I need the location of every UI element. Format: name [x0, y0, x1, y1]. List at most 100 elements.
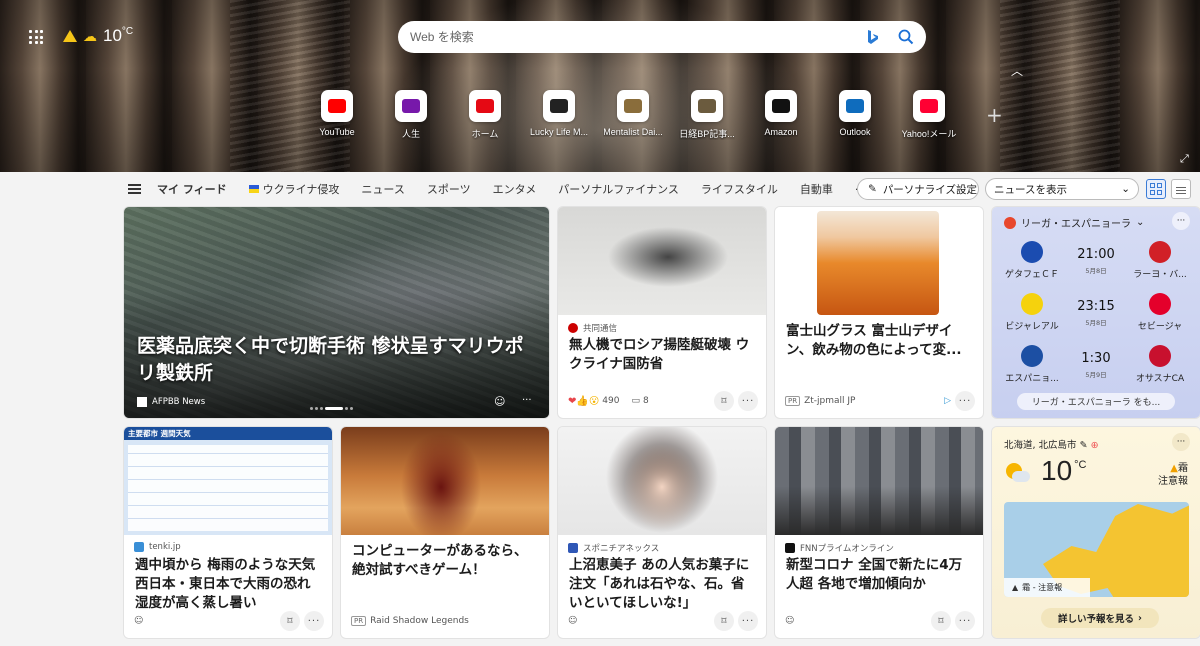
- react-icon[interactable]: ☺: [134, 616, 143, 626]
- more-button[interactable]: ···: [304, 611, 324, 631]
- news-title[interactable]: 上沼恵美子 あの人気お菓子に注文「あれは石やな、石。省いといてほしいな!」: [569, 556, 756, 613]
- ad-card-game[interactable]: コンピューターがあるなら、絶対試すべきゲーム！ PR Raid Shadow L…: [341, 427, 549, 638]
- nav-personal-finance[interactable]: パーソナルファイナンス: [558, 181, 679, 197]
- sports-more-link[interactable]: リーガ・エスパニョーラ をも...: [1017, 393, 1175, 410]
- expand-icon[interactable]: ⤢: [1180, 152, 1189, 166]
- league-header[interactable]: リーガ・エスパニョーラ ⌄: [1004, 215, 1144, 230]
- news-card-hero[interactable]: 医薬品底突く中で切断手術 惨状呈すマリウポリ製鉄所 AFPBB News ☺ ·…: [124, 207, 549, 418]
- news-title[interactable]: 新型コロナ 全国で新たに4万人超 各地で増加傾向か: [786, 556, 973, 594]
- react-icon[interactable]: ☺: [785, 616, 794, 626]
- away-team: セビージャ: [1124, 293, 1196, 332]
- fnn-logo-icon: [785, 543, 795, 553]
- sports-widget[interactable]: リーガ・エスパニョーラ ⌄ ··· ゲタフェＣＦ 21:00 5月8日 ラーヨ・バ...…: [992, 207, 1200, 418]
- news-source: スポニチアネックス: [568, 542, 659, 554]
- menu-icon[interactable]: [128, 182, 141, 197]
- quick-link-tile[interactable]: Lucky Life M...: [522, 90, 596, 140]
- add-tile-icon[interactable]: +: [986, 103, 1003, 127]
- nav-news[interactable]: ニュース: [361, 181, 404, 197]
- edit-icon[interactable]: ✎: [1080, 440, 1088, 451]
- bookmark-icon[interactable]: ⌑: [931, 611, 951, 631]
- quick-link-glyph: [550, 99, 568, 113]
- map-alert-label: ▲ 霜 - 注意報: [1004, 578, 1090, 597]
- weather-widget[interactable]: 北海道, 北広島市 ✎ ⊕ ··· 10 °C ▲霜 注意報 ▲ 霜 - 注意報 詳し…: [992, 427, 1200, 638]
- match-row[interactable]: ビジャレアル 23:15 5月8日 セビージャ: [992, 291, 1200, 337]
- nav-autos[interactable]: 自動車: [800, 181, 833, 197]
- weather-more-button[interactable]: ···: [1172, 433, 1190, 451]
- quick-link-tile[interactable]: YouTube: [300, 90, 374, 140]
- nav-entertainment[interactable]: エンタメ: [493, 181, 537, 197]
- hero-texture: [1000, 0, 1120, 172]
- bookmark-icon[interactable]: ⌑: [280, 611, 300, 631]
- app-launcher-icon[interactable]: [29, 30, 43, 44]
- bookmark-icon[interactable]: ⌑: [714, 391, 734, 411]
- news-card-covid[interactable]: FNNプライムオンライン 新型コロナ 全国で新たに4万人超 各地で増加傾向か ☺…: [775, 427, 983, 638]
- hero-title[interactable]: 医薬品底突く中で切断手術 惨状呈すマリウポリ製鉄所: [137, 333, 535, 387]
- home-team: ビジャレアル: [996, 293, 1068, 332]
- quick-link-tile[interactable]: Mentalist Dai...: [596, 90, 670, 140]
- team-crest-icon: [1149, 241, 1171, 263]
- react-icon[interactable]: ☺: [494, 395, 505, 408]
- news-card-celebrity[interactable]: スポニチアネックス 上沼恵美子 あの人気お菓子に注文「あれは石やな、石。省いとい…: [558, 427, 766, 638]
- ad-title[interactable]: コンピューターがあるなら、絶対試すべきゲーム！: [352, 542, 539, 580]
- personalize-button[interactable]: ✎ パーソナライズ設定: [857, 178, 979, 200]
- quick-link-label: Mentalist Dai...: [603, 127, 663, 137]
- nav-my-feed[interactable]: マイ フィード: [157, 181, 227, 197]
- nav-lifestyle[interactable]: ライフスタイル: [701, 181, 778, 197]
- ad-source: Raid Shadow Legends: [370, 616, 469, 626]
- more-button[interactable]: ···: [955, 391, 975, 411]
- weather-map[interactable]: ▲ 霜 - 注意報: [1004, 502, 1189, 597]
- weather-location[interactable]: 北海道, 北広島市 ✎ ⊕: [1004, 437, 1099, 451]
- quick-link-tile[interactable]: Amazon: [744, 90, 818, 140]
- ad-card-glass[interactable]: 富士山グラス 富士山デザイン、飲み物の色によって変... PR Zt-jpmal…: [775, 207, 983, 418]
- ad-title[interactable]: 富士山グラス 富士山デザイン、飲み物の色によって変...: [786, 322, 973, 360]
- match-row[interactable]: エスパニョ... 1:30 5月9日 オサスナCA: [992, 343, 1200, 389]
- personalize-label: パーソナライズ設定: [882, 183, 977, 196]
- comment-icon[interactable]: ▭: [631, 396, 640, 406]
- chevron-right-icon: ›: [1138, 612, 1142, 624]
- quick-link-label: Outlook: [839, 127, 871, 137]
- lucky-life-icon: [543, 90, 575, 122]
- more-button[interactable]: ···: [955, 611, 975, 631]
- weekly-weather-heading: 主要都市 週間天気: [124, 427, 332, 440]
- outlook-icon: [839, 90, 871, 122]
- quick-link-tile[interactable]: Yahoo!メール: [892, 90, 966, 140]
- quick-link-tile[interactable]: ホーム: [448, 90, 522, 140]
- carousel-dots[interactable]: [310, 407, 353, 410]
- nav-sports[interactable]: スポーツ: [427, 181, 471, 197]
- forecast-button[interactable]: 詳しい予報を見る ›: [1041, 608, 1159, 628]
- bookmark-icon[interactable]: ⌑: [714, 611, 734, 631]
- adchoices-icon[interactable]: ▷: [944, 396, 951, 406]
- reaction-icons[interactable]: ❤👍😮: [568, 396, 599, 407]
- more-button[interactable]: ···: [738, 611, 758, 631]
- quick-link-tile[interactable]: 人生: [374, 90, 448, 140]
- location-icon[interactable]: ⊕: [1091, 440, 1099, 451]
- onenote-icon: [395, 90, 427, 122]
- mentalist-icon: [617, 90, 649, 122]
- react-icon[interactable]: ☺: [568, 616, 577, 626]
- top-temperature: 10°C: [103, 26, 134, 45]
- more-button[interactable]: ···: [738, 391, 758, 411]
- sports-more-button[interactable]: ···: [1172, 212, 1190, 230]
- match-row[interactable]: ゲタフェＣＦ 21:00 5月8日 ラーヨ・バ...: [992, 239, 1200, 285]
- list-view-button[interactable]: [1171, 179, 1191, 199]
- home-team: エスパニョ...: [996, 345, 1068, 384]
- news-title[interactable]: 無人機でロシア揚陸艇破壊 ウクライナ国防省: [569, 336, 756, 374]
- collapse-icon[interactable]: ︿: [1011, 62, 1023, 79]
- news-view-select[interactable]: ニュースを表示 ⌄: [985, 178, 1139, 200]
- match-date: 5月8日: [1085, 267, 1107, 275]
- grid-view-button[interactable]: [1146, 179, 1166, 199]
- news-card-drone[interactable]: 共同通信 無人機でロシア揚陸艇破壊 ウクライナ国防省 ❤👍😮 490 ▭ 8 ⌑…: [558, 207, 766, 418]
- quick-link-tile[interactable]: 日経BP記事...: [670, 90, 744, 140]
- hero-background: ☁ 10°C ︿ YouTube 人生 ホーム Lucky Life M... Ment…: [0, 0, 1200, 172]
- search-icon[interactable]: [898, 29, 914, 45]
- nav-ukraine[interactable]: ウクライナ侵攻: [248, 181, 339, 197]
- news-card-weather[interactable]: 主要都市 週間天気 tenki.jp 週中頃から 梅雨のような天気 西日本・東日…: [124, 427, 332, 638]
- bing-icon[interactable]: [866, 29, 880, 45]
- news-title[interactable]: 週中頃から 梅雨のような天気 西日本・東日本で大雨の恐れ 湿度が高く蒸し暑い: [135, 556, 322, 613]
- weather-widget-top[interactable]: ☁ 10°C: [63, 26, 133, 46]
- weather-alert[interactable]: ▲霜 注意報: [1146, 462, 1188, 488]
- search-box[interactable]: [398, 21, 926, 53]
- quick-link-tile[interactable]: Outlook: [818, 90, 892, 140]
- hero-more-button[interactable]: ···: [522, 395, 532, 406]
- search-input[interactable]: [410, 30, 866, 44]
